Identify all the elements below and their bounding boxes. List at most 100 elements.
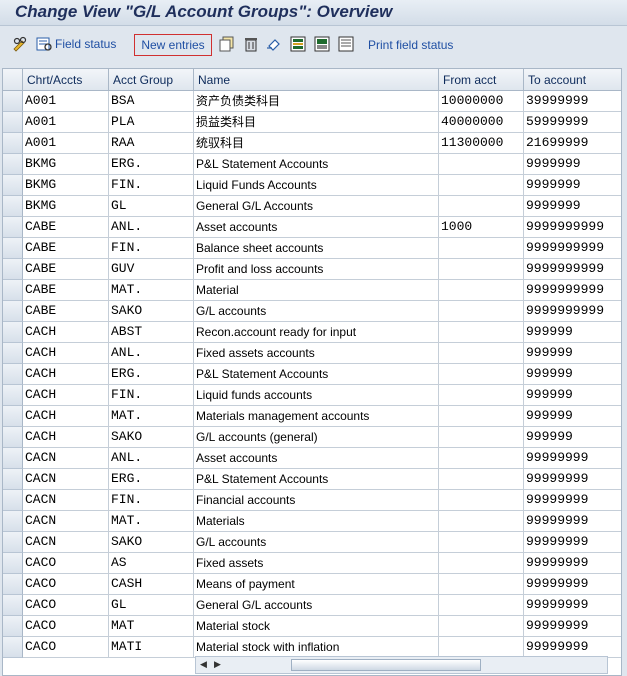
cell-name[interactable]: Liquid funds accounts xyxy=(194,385,439,406)
row-selector[interactable] xyxy=(3,448,23,469)
print-field-status-button[interactable]: Print field status xyxy=(368,38,453,52)
cell-account-group[interactable]: MAT xyxy=(109,616,194,637)
cell-from-account[interactable] xyxy=(439,301,524,322)
cell-chart-of-accounts[interactable]: BKMG xyxy=(23,175,109,196)
horizontal-scrollbar[interactable]: ◀ ▶ xyxy=(195,656,608,674)
cell-account-group[interactable]: SAKO xyxy=(109,301,194,322)
table-row[interactable]: CACO MAT Material stock 99999999 xyxy=(3,616,621,637)
cell-to-account[interactable]: 9999999 xyxy=(524,175,621,196)
cell-chart-of-accounts[interactable]: CACH xyxy=(23,343,109,364)
cell-to-account[interactable]: 99999999 xyxy=(524,511,621,532)
cell-chart-of-accounts[interactable]: CACO xyxy=(23,553,109,574)
cell-account-group[interactable]: GL xyxy=(109,196,194,217)
cell-from-account[interactable] xyxy=(439,280,524,301)
cell-from-account[interactable] xyxy=(439,637,524,658)
cell-name[interactable]: Profit and loss accounts xyxy=(194,259,439,280)
table-row[interactable]: A001 RAA 统驭科目 11300000 21699999 xyxy=(3,133,621,154)
table-row[interactable]: CACH ANL. Fixed assets accounts 999999 xyxy=(3,343,621,364)
delete-icon[interactable] xyxy=(242,35,260,53)
table-row[interactable]: A001 BSA 资产负债类科目 10000000 39999999 xyxy=(3,91,621,112)
row-selector[interactable] xyxy=(3,469,23,490)
cell-to-account[interactable]: 999999 xyxy=(524,364,621,385)
cell-chart-of-accounts[interactable]: BKMG xyxy=(23,154,109,175)
select-block-icon[interactable] xyxy=(313,35,331,53)
row-selector[interactable] xyxy=(3,364,23,385)
cell-name[interactable]: Material stock xyxy=(194,616,439,637)
cell-from-account[interactable] xyxy=(439,574,524,595)
cell-account-group[interactable]: FIN. xyxy=(109,385,194,406)
cell-account-group[interactable]: RAA xyxy=(109,133,194,154)
cell-from-account[interactable] xyxy=(439,406,524,427)
cell-name[interactable]: G/L accounts xyxy=(194,301,439,322)
cell-to-account[interactable]: 9999999 xyxy=(524,154,621,175)
cell-chart-of-accounts[interactable]: CACH xyxy=(23,364,109,385)
row-selector[interactable] xyxy=(3,322,23,343)
row-selector[interactable] xyxy=(3,259,23,280)
column-header-chart-of-accounts[interactable]: Chrt/Accts xyxy=(23,69,109,91)
table-row[interactable]: A001 PLA 损益类科目 40000000 59999999 xyxy=(3,112,621,133)
table-row[interactable]: CACO GL General G/L accounts 99999999 xyxy=(3,595,621,616)
cell-account-group[interactable]: AS xyxy=(109,553,194,574)
cell-from-account[interactable] xyxy=(439,616,524,637)
cell-chart-of-accounts[interactable]: CACH xyxy=(23,427,109,448)
cell-from-account[interactable] xyxy=(439,259,524,280)
cell-account-group[interactable]: GL xyxy=(109,595,194,616)
row-selector[interactable] xyxy=(3,217,23,238)
cell-name[interactable]: P&L Statement Accounts xyxy=(194,154,439,175)
row-selector[interactable] xyxy=(3,154,23,175)
cell-name[interactable]: P&L Statement Accounts xyxy=(194,364,439,385)
cell-name[interactable]: 资产负债类科目 xyxy=(194,91,439,112)
cell-account-group[interactable]: GUV xyxy=(109,259,194,280)
cell-from-account[interactable] xyxy=(439,469,524,490)
cell-from-account[interactable] xyxy=(439,490,524,511)
table-row[interactable]: CABE FIN. Balance sheet accounts 9999999999 xyxy=(3,238,621,259)
row-selector[interactable] xyxy=(3,616,23,637)
cell-name[interactable]: P&L Statement Accounts xyxy=(194,469,439,490)
cell-from-account[interactable] xyxy=(439,238,524,259)
cell-chart-of-accounts[interactable]: CACH xyxy=(23,385,109,406)
cell-to-account[interactable]: 39999999 xyxy=(524,91,621,112)
cell-to-account[interactable]: 21699999 xyxy=(524,133,621,154)
cell-chart-of-accounts[interactable]: CACH xyxy=(23,406,109,427)
cell-chart-of-accounts[interactable]: CACH xyxy=(23,322,109,343)
cell-to-account[interactable]: 999999 xyxy=(524,343,621,364)
table-row[interactable]: CACN ANL. Asset accounts 99999999 xyxy=(3,448,621,469)
field-status-button[interactable]: Field status xyxy=(36,36,116,52)
cell-chart-of-accounts[interactable]: CACO xyxy=(23,574,109,595)
cell-account-group[interactable]: FIN. xyxy=(109,490,194,511)
cell-name[interactable]: G/L accounts xyxy=(194,532,439,553)
cell-to-account[interactable]: 59999999 xyxy=(524,112,621,133)
cell-chart-of-accounts[interactable]: BKMG xyxy=(23,196,109,217)
row-selector[interactable] xyxy=(3,595,23,616)
cell-chart-of-accounts[interactable]: CABE xyxy=(23,259,109,280)
cell-account-group[interactable]: SAKO xyxy=(109,532,194,553)
cell-from-account[interactable] xyxy=(439,595,524,616)
row-selector[interactable] xyxy=(3,427,23,448)
cell-from-account[interactable] xyxy=(439,364,524,385)
cell-to-account[interactable]: 9999999 xyxy=(524,196,621,217)
cell-from-account[interactable] xyxy=(439,511,524,532)
cell-to-account[interactable]: 999999 xyxy=(524,385,621,406)
cell-name[interactable]: Means of payment xyxy=(194,574,439,595)
cell-chart-of-accounts[interactable]: A001 xyxy=(23,91,109,112)
cell-from-account[interactable] xyxy=(439,154,524,175)
table-row[interactable]: CACH MAT. Materials management accounts 999… xyxy=(3,406,621,427)
cell-to-account[interactable]: 999999 xyxy=(524,427,621,448)
cell-from-account[interactable] xyxy=(439,427,524,448)
table-row[interactable]: CACH ERG. P&L Statement Accounts 999999 xyxy=(3,364,621,385)
select-all-rows-corner[interactable] xyxy=(3,69,23,91)
column-header-name[interactable]: Name xyxy=(194,69,439,91)
cell-account-group[interactable]: ERG. xyxy=(109,364,194,385)
cell-from-account[interactable] xyxy=(439,448,524,469)
cell-to-account[interactable]: 99999999 xyxy=(524,532,621,553)
row-selector[interactable] xyxy=(3,532,23,553)
cell-account-group[interactable]: FIN. xyxy=(109,238,194,259)
row-selector[interactable] xyxy=(3,553,23,574)
table-row[interactable]: CACO AS Fixed assets 99999999 xyxy=(3,553,621,574)
table-row[interactable]: CABE MAT. Material 9999999999 xyxy=(3,280,621,301)
cell-name[interactable]: Balance sheet accounts xyxy=(194,238,439,259)
scrollbar-thumb[interactable] xyxy=(291,659,481,671)
cell-account-group[interactable]: MAT. xyxy=(109,406,194,427)
column-header-from-account[interactable]: From acct xyxy=(439,69,524,91)
column-header-account-group[interactable]: Acct Group xyxy=(109,69,194,91)
